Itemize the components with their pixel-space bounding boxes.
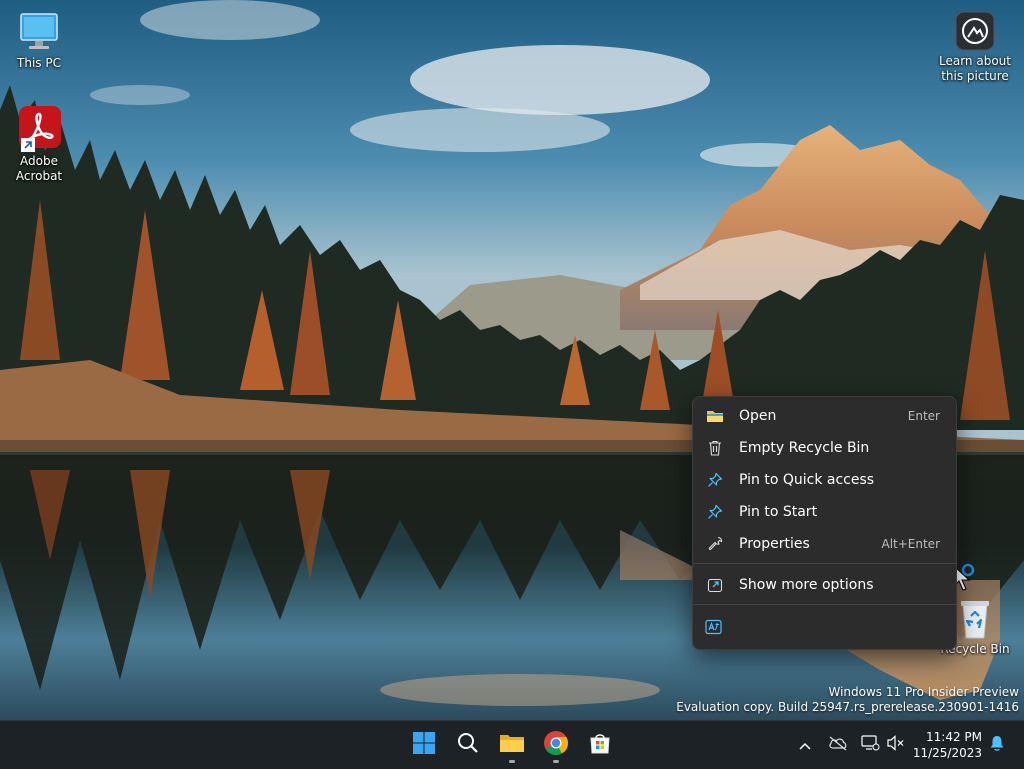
menu-separator xyxy=(693,563,956,564)
menu-item-pin-to-start[interactable]: Pin to Start xyxy=(697,497,952,527)
watermark-line-1: Windows 11 Pro Insider Preview xyxy=(828,685,1019,699)
folder-icon xyxy=(499,731,525,759)
share-icon xyxy=(705,575,725,595)
watermark-line-2: Evaluation copy. Build 25947.rs_prerelea… xyxy=(676,700,1019,714)
pin-icon xyxy=(705,470,725,490)
menu-item-label: Pin to Start xyxy=(739,504,818,520)
windows-logo-icon xyxy=(412,731,436,759)
running-indicator xyxy=(553,760,559,763)
search-icon xyxy=(456,731,480,759)
running-indicator xyxy=(509,760,515,763)
desktop-icon-label: Learn about this picture xyxy=(939,54,1011,83)
speaker-muted-icon xyxy=(886,734,906,756)
desktop-icon-adobe-acrobat[interactable]: Adobe Acrobat xyxy=(0,104,78,184)
taskbar-file-explorer-button[interactable] xyxy=(492,725,532,765)
trash-icon xyxy=(705,438,725,458)
cloud-off-icon xyxy=(828,735,848,755)
menu-item-label: Show more options xyxy=(739,577,874,593)
menu-item-shortcut: Alt+Enter xyxy=(881,537,940,551)
menu-item-properties[interactable]: Properties Alt+Enter xyxy=(697,529,952,559)
menu-separator xyxy=(693,604,956,605)
recycle-bin-icon xyxy=(953,596,997,640)
desktop-icon-learn-about-picture[interactable]: Learn about this picture xyxy=(936,10,1014,84)
taskbar-search-button[interactable] xyxy=(448,725,488,765)
notifications-button[interactable] xyxy=(985,733,1009,757)
menu-item-translate[interactable] xyxy=(697,612,731,642)
tray-network-button[interactable] xyxy=(858,733,882,757)
desktop-icon-this-pc[interactable]: This PC xyxy=(0,10,78,71)
taskbar-chrome-button[interactable] xyxy=(536,725,576,765)
tray-overflow-button[interactable] xyxy=(793,733,817,757)
network-icon xyxy=(860,734,880,756)
tray-cloud-button[interactable] xyxy=(826,733,850,757)
evaluation-watermark: Windows 11 Pro Insider Preview Evaluatio… xyxy=(676,685,1019,715)
chevron-up-icon xyxy=(798,736,812,755)
clock-time: 11:42 PM xyxy=(926,730,982,744)
taskbar-start-button[interactable] xyxy=(404,725,444,765)
taskbar: 11:42 PM 11/25/2023 xyxy=(0,720,1024,769)
translate-icon xyxy=(705,617,723,637)
folder-icon xyxy=(705,406,725,426)
tray-volume-button[interactable] xyxy=(884,733,908,757)
acrobat-icon xyxy=(15,104,63,152)
pin-icon xyxy=(705,502,725,522)
wrench-icon xyxy=(705,534,725,554)
menu-item-pin-quick-access[interactable]: Pin to Quick access xyxy=(697,465,952,495)
desktop-icon-label: This PC xyxy=(17,56,61,70)
shortcut-arrow-icon xyxy=(21,138,35,152)
desktop-icon-label: Adobe Acrobat xyxy=(15,154,63,183)
camera-info-icon xyxy=(954,10,996,52)
menu-item-label: Pin to Quick access xyxy=(739,472,875,488)
chrome-icon xyxy=(543,730,569,760)
menu-item-open[interactable]: Open Enter xyxy=(697,401,952,431)
menu-item-label: Empty Recycle Bin xyxy=(739,440,870,456)
context-menu: Open Enter Empty Recycle Bin Pin to Quic… xyxy=(692,396,957,650)
taskbar-store-button[interactable] xyxy=(580,725,620,765)
clock-date: 11/25/2023 xyxy=(912,746,982,760)
menu-item-shortcut: Enter xyxy=(907,409,940,423)
store-icon xyxy=(588,731,612,759)
monitor-icon xyxy=(17,10,61,54)
taskbar-clock[interactable]: 11:42 PM 11/25/2023 xyxy=(912,729,982,761)
menu-item-label: Properties xyxy=(739,536,810,552)
bell-icon xyxy=(988,734,1006,756)
menu-item-label: Open xyxy=(739,408,777,424)
menu-item-empty-recycle-bin[interactable]: Empty Recycle Bin xyxy=(697,433,952,463)
menu-item-show-more-options[interactable]: Show more options xyxy=(697,570,952,600)
